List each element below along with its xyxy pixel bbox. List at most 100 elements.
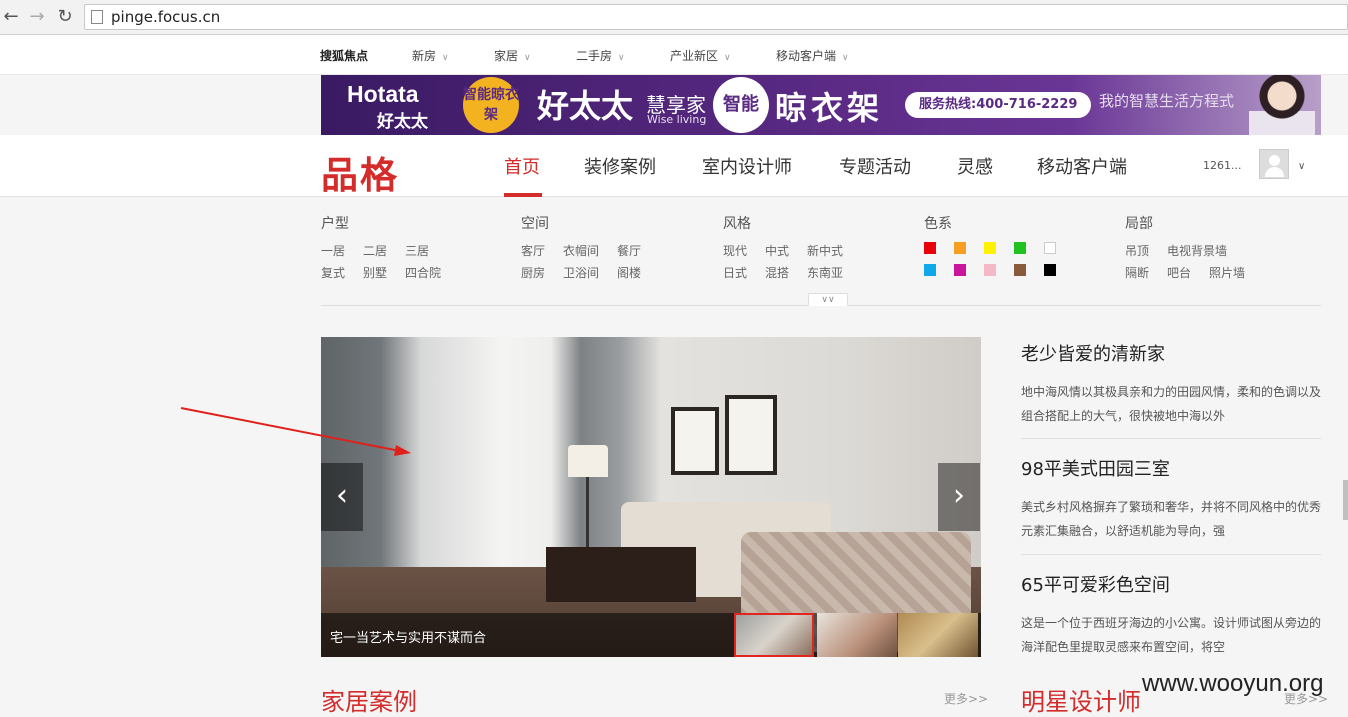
filter-link[interactable]: 隔断 xyxy=(1125,264,1149,281)
color-swatch[interactable] xyxy=(984,264,996,276)
filter-link[interactable]: 照片墙 xyxy=(1209,264,1245,281)
nav-cases[interactable]: 装修案例 xyxy=(584,153,656,179)
sohu-focus-brand[interactable]: 搜狐焦点 xyxy=(320,47,368,64)
filter-link[interactable]: 新中式 xyxy=(807,242,843,259)
topnav-label: 移动客户端 xyxy=(776,49,837,63)
ad-slogan: 我的智慧生活方程式 xyxy=(1099,92,1235,110)
ad-hotline: 服务热线:400-716-2229 xyxy=(905,92,1092,118)
back-arrow-icon[interactable]: ← xyxy=(0,6,22,28)
article-title[interactable]: 老少皆爱的清新家 xyxy=(1021,340,1321,366)
filter-link[interactable]: 一居 xyxy=(321,242,345,259)
ad-badge-smart: 智能 xyxy=(713,77,769,133)
filter-link[interactable]: 四合院 xyxy=(405,264,441,281)
ad-model-image xyxy=(1249,75,1315,135)
reload-icon[interactable]: ↻ xyxy=(54,6,76,28)
browser-toolbar: ← → ↻ pinge.focus.cn xyxy=(0,0,1348,35)
chevron-right-icon[interactable]: › xyxy=(938,463,980,531)
ad-brand-en: Hotata xyxy=(347,81,419,107)
filter-link[interactable]: 二居 xyxy=(363,242,387,259)
chevron-down-icon[interactable]: ∨ xyxy=(1298,161,1305,172)
chevron-down-icon: ∨ xyxy=(618,53,625,63)
carousel-thumbnail[interactable] xyxy=(817,613,897,657)
filter-link[interactable]: 三居 xyxy=(405,242,429,259)
topnav-label: 新房 xyxy=(412,49,437,63)
color-swatch[interactable] xyxy=(1014,242,1026,254)
color-swatch-row xyxy=(924,264,1074,286)
url-text: pinge.focus.cn xyxy=(111,8,221,26)
user-avatar-icon[interactable] xyxy=(1259,149,1289,179)
page-icon xyxy=(91,10,103,24)
nav-home[interactable]: 首页 xyxy=(504,153,540,179)
ad-brand-cn: 好太太 xyxy=(377,112,428,132)
color-swatch[interactable] xyxy=(1014,264,1026,276)
ad-product: 晾衣架 xyxy=(775,89,884,127)
filter-link[interactable]: 吊顶 xyxy=(1125,242,1149,259)
wall-art xyxy=(725,395,777,475)
article-title[interactable]: 65平可爱彩色空间 xyxy=(1021,571,1321,597)
chevron-left-icon[interactable]: ‹ xyxy=(321,463,363,531)
nav-events[interactable]: 专题活动 xyxy=(839,153,911,179)
topnav-item-xinfang[interactable]: 新房 ∨ xyxy=(412,47,449,64)
topnav-item-jiaju[interactable]: 家居 ∨ xyxy=(494,47,531,64)
article-title[interactable]: 98平美式田园三室 xyxy=(1021,455,1321,481)
filter-link[interactable]: 日式 xyxy=(723,264,747,281)
color-swatch[interactable] xyxy=(1044,242,1056,254)
more-link-cases[interactable]: 更多>> xyxy=(944,690,988,707)
article-separator xyxy=(1021,554,1321,555)
ad-badge: 智能晾衣架 xyxy=(463,77,519,133)
color-swatch[interactable] xyxy=(1044,264,1056,276)
filter-link[interactable]: 电视背景墙 xyxy=(1167,242,1227,259)
topnav-label: 家居 xyxy=(494,49,519,63)
topnav-item-ershoufang[interactable]: 二手房 ∨ xyxy=(576,47,625,64)
filter-link[interactable]: 复式 xyxy=(321,264,345,281)
filter-title: 色系 xyxy=(924,216,952,232)
carousel-thumbnail[interactable] xyxy=(734,613,814,657)
filter-kongjian: 空间 客厅 衣帽间 餐厅 厨房 卫浴间 阁楼 xyxy=(521,213,659,286)
carousel-thumbnail[interactable] xyxy=(898,613,978,657)
article-desc: 这是一个位于西班牙海边的小公寓。设计师试图从旁边的海洋配色里提取灵感来布置空间，… xyxy=(1021,616,1322,654)
main-header: 品格 首页 装修案例 室内设计师 专题活动 灵感 移动客户端 1261... ∨ xyxy=(0,135,1348,197)
address-bar[interactable]: pinge.focus.cn xyxy=(84,4,1348,30)
filter-link[interactable]: 卫浴间 xyxy=(563,264,599,281)
filter-link[interactable]: 中式 xyxy=(765,242,789,259)
pinge-logo[interactable]: 品格 xyxy=(321,145,399,199)
filter-link[interactable]: 衣帽间 xyxy=(563,242,599,259)
forward-arrow-icon[interactable]: → xyxy=(26,6,48,28)
filter-link[interactable]: 混搭 xyxy=(765,264,789,281)
filter-link[interactable]: 东南亚 xyxy=(807,264,843,281)
ad-banner[interactable]: Hotata 好太太 智能晾衣架 好太太 慧享家 Wise living 智能 … xyxy=(321,75,1321,135)
filter-link[interactable]: 吧台 xyxy=(1167,264,1191,281)
filter-link[interactable]: 别墅 xyxy=(363,264,387,281)
color-swatch[interactable] xyxy=(954,242,966,254)
article-item[interactable]: 老少皆爱的清新家 地中海风情以其极具亲和力的田园风情，柔和的色调以及组合搭配上的… xyxy=(1021,340,1321,428)
filter-link[interactable]: 客厅 xyxy=(521,242,545,259)
filter-jubu: 局部 吊顶 电视背景墙 隔断 吧台 照片墙 xyxy=(1125,213,1263,286)
chevron-down-icon: ∨ xyxy=(724,53,731,63)
scrollbar-thumb[interactable] xyxy=(1343,480,1348,520)
ad-headline: 好太太 xyxy=(537,87,634,125)
featured-carousel[interactable]: ‹ › 宅一当艺术与实用不谋而合 xyxy=(321,337,981,657)
color-swatch[interactable] xyxy=(924,242,936,254)
top-site-nav: 搜狐焦点 新房 ∨ 家居 ∨ 二手房 ∨ 产业新区 ∨ 移动客户端 ∨ xyxy=(0,35,1348,75)
carousel-caption[interactable]: 宅一当艺术与实用不谋而合 xyxy=(330,627,486,646)
nav-mobile[interactable]: 移动客户端 xyxy=(1037,153,1127,179)
filter-link[interactable]: 现代 xyxy=(723,242,747,259)
nav-inspiration[interactable]: 灵感 xyxy=(957,153,993,179)
filter-link[interactable]: 厨房 xyxy=(521,264,545,281)
color-swatch[interactable] xyxy=(924,264,936,276)
user-id[interactable]: 1261... xyxy=(1203,159,1241,172)
topnav-item-mobile[interactable]: 移动客户端 ∨ xyxy=(776,47,849,64)
color-swatch[interactable] xyxy=(984,242,996,254)
topnav-item-chanye[interactable]: 产业新区 ∨ xyxy=(670,47,731,64)
article-desc: 地中海风情以其极具亲和力的田园风情，柔和的色调以及组合搭配上的大气，很快被地中海… xyxy=(1021,385,1322,423)
color-swatch[interactable] xyxy=(954,264,966,276)
article-item[interactable]: 65平可爱彩色空间 这是一个位于西班牙海边的小公寓。设计师试图从旁边的海洋配色里… xyxy=(1021,571,1321,659)
filter-title: 户型 xyxy=(321,216,349,232)
filter-link[interactable]: 餐厅 xyxy=(617,242,641,259)
filter-link[interactable]: 阁楼 xyxy=(617,264,641,281)
wall-art xyxy=(671,407,719,475)
expand-filters-icon[interactable]: ∨∨ xyxy=(808,293,848,306)
article-item[interactable]: 98平美式田园三室 美式乡村风格摒弃了繁琐和奢华，并将不同风格中的优秀元素汇集融… xyxy=(1021,455,1321,543)
ad-sub-en: Wise living xyxy=(647,113,707,126)
nav-designers[interactable]: 室内设计师 xyxy=(702,153,792,179)
